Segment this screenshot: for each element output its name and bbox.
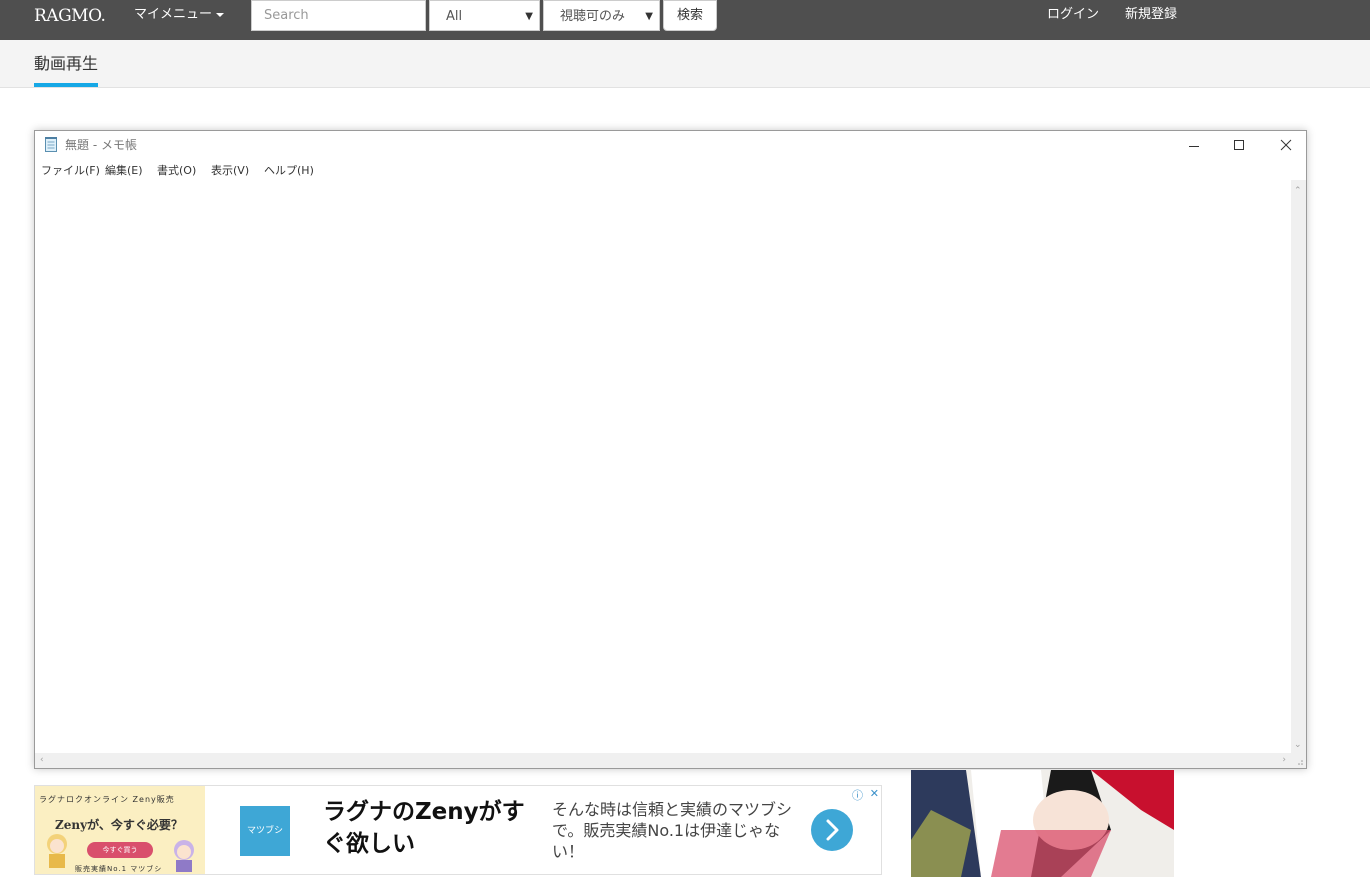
menu-format[interactable]: 書式(O) (157, 163, 196, 178)
scroll-up-icon[interactable]: ⌃ (1294, 186, 1302, 196)
ad-brand-logo[interactable]: マツブシ (240, 806, 290, 856)
character-illustration-icon (174, 840, 194, 872)
minimize-icon (1189, 146, 1199, 147)
advertisement[interactable]: ラグナロクオンライン Zeny販売 Zenyが、今すぐ必要？ 今すぐ買う 販売実… (34, 785, 882, 875)
ad-banner-bottom-text: 販売実績No.1 マツブシ (75, 865, 163, 873)
menu-edit[interactable]: 編集(E) (105, 163, 143, 178)
active-tab-indicator (34, 83, 98, 87)
sidebar-thumbnail[interactable] (911, 770, 1174, 877)
ad-headline[interactable]: ラグナのZenyがすぐ欲しい (323, 796, 533, 860)
ad-close-icon[interactable]: ✕ (870, 787, 879, 800)
search-input[interactable] (251, 0, 426, 31)
dropdown-arrow-icon: ▼ (645, 11, 653, 22)
menu-bar: ファイル(F) 編集(E) 書式(O) 表示(V) ヘルプ(H) (35, 162, 1306, 179)
ad-banner-button: 今すぐ買う (87, 842, 153, 858)
maximize-icon (1234, 140, 1244, 150)
notepad-icon (45, 137, 57, 152)
my-menu-dropdown[interactable]: マイメニュー (134, 6, 225, 24)
ad-cta-button[interactable] (811, 809, 853, 851)
scroll-right-icon[interactable]: › (1282, 755, 1286, 765)
my-menu-label: マイメニュー (134, 7, 213, 22)
text-editor-area[interactable] (35, 180, 1291, 754)
category-select-value: All (446, 9, 463, 24)
ad-banner-top-text: ラグナロクオンライン Zeny販売 (39, 795, 175, 804)
view-filter-select[interactable]: 視聴可のみ ▼ (543, 0, 660, 31)
vertical-scrollbar[interactable]: ⌃ ⌄ (1291, 180, 1306, 754)
view-filter-value: 視聴可のみ (560, 9, 626, 24)
close-button[interactable] (1262, 131, 1306, 161)
ad-info-icon[interactable]: ⓘ (852, 787, 863, 803)
ad-description[interactable]: そんな時は信頼と実績のマツブシで。販売実績No.1は伊達じゃない！ (552, 799, 792, 862)
maximize-button[interactable] (1216, 131, 1262, 161)
login-link[interactable]: ログイン (1047, 6, 1099, 24)
search-button[interactable]: 検索 (663, 0, 717, 31)
top-navbar: RAGMO. マイメニュー All ▼ 視聴可のみ ▼ 検索 ログイン 新規登録 (0, 0, 1370, 40)
site-logo[interactable]: RAGMO. (34, 5, 106, 27)
close-icon (1280, 139, 1292, 151)
dropdown-arrow-icon: ▼ (525, 11, 533, 22)
menu-view[interactable]: 表示(V) (211, 163, 249, 178)
menu-help[interactable]: ヘルプ(H) (264, 163, 314, 178)
tab-video-playback[interactable]: 動画再生 (34, 54, 98, 74)
window-title: 無題 - メモ帳 (65, 138, 137, 152)
register-link[interactable]: 新規登録 (1125, 6, 1177, 24)
minimize-button[interactable] (1171, 131, 1217, 161)
horizontal-scrollbar[interactable]: ‹ › (35, 753, 1291, 768)
resize-grip[interactable] (1291, 753, 1306, 768)
anime-illustration-icon (911, 770, 1174, 877)
character-illustration-icon (47, 834, 67, 868)
menu-file[interactable]: ファイル(F) (41, 163, 100, 178)
scroll-left-icon[interactable]: ‹ (40, 755, 44, 765)
sub-navbar: 動画再生 (0, 40, 1370, 88)
caret-down-icon (216, 13, 225, 17)
scroll-down-icon[interactable]: ⌄ (1294, 740, 1302, 750)
notepad-window: 無題 - メモ帳 ファイル(F) 編集(E) 書式(O) 表示(V) ヘルプ(H… (34, 130, 1307, 769)
resize-grip-icon (1298, 760, 1303, 765)
chevron-right-icon (826, 819, 839, 841)
category-select[interactable]: All ▼ (429, 0, 540, 31)
ad-banner-image[interactable]: ラグナロクオンライン Zeny販売 Zenyが、今すぐ必要？ 今すぐ買う 販売実… (35, 786, 205, 874)
